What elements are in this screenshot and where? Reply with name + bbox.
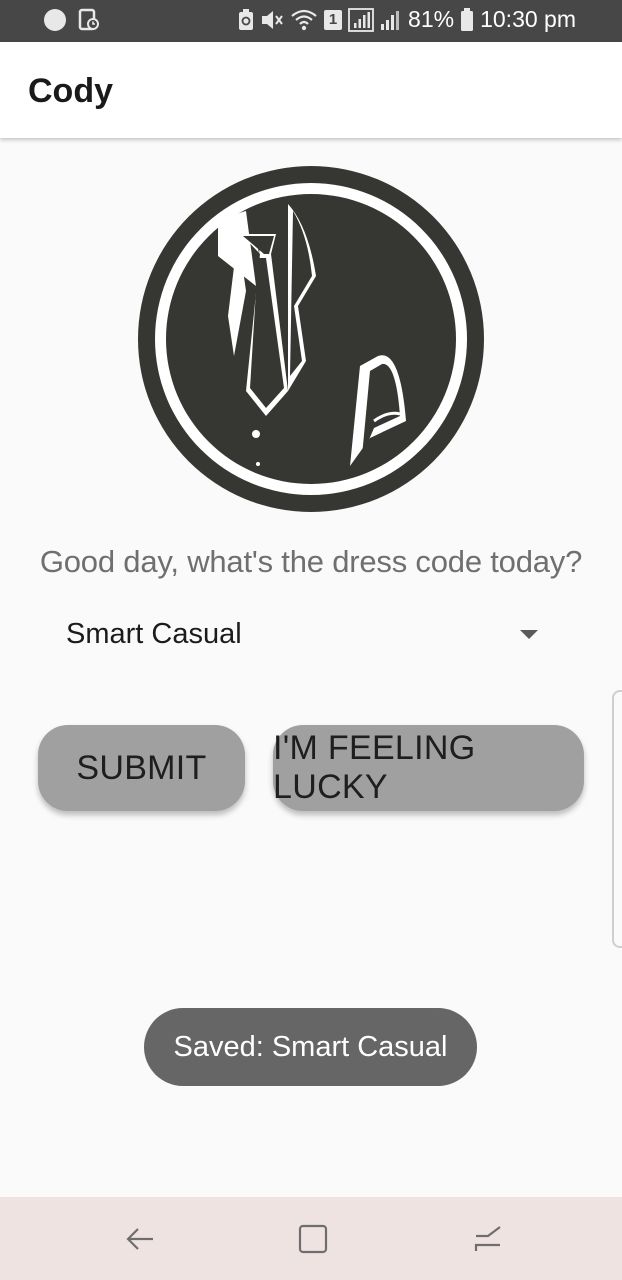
battery-percent: 81% <box>408 6 455 32</box>
battery-icon <box>461 7 474 31</box>
screenshot-icon <box>78 8 99 31</box>
back-icon[interactable] <box>120 1219 160 1259</box>
feeling-lucky-button-label: I'M FEELING LUCKY <box>273 729 476 806</box>
status-right: 1 81% 10:30 pm <box>238 6 576 33</box>
feeling-lucky-button[interactable]: I'M FEELING LUCKY <box>273 725 584 811</box>
battery-saver-icon <box>239 8 254 30</box>
dress-code-dropdown[interactable]: Smart Casual <box>48 606 558 666</box>
toast-text: Saved: Smart Casual <box>173 1030 448 1063</box>
screen: 1 81% 10:30 pm Cody Good day, what's the… <box>0 0 622 1280</box>
navigation-bar <box>0 1197 622 1280</box>
sim-icon: 1 <box>324 9 343 30</box>
home-icon[interactable] <box>294 1219 334 1259</box>
signal-icon <box>381 10 400 30</box>
sim-badge: 1 <box>328 11 338 28</box>
clock: 10:30 pm <box>480 6 576 32</box>
submit-button[interactable]: SUBMIT <box>38 725 245 811</box>
dropdown-arrow-icon <box>520 630 538 639</box>
signal-icon <box>348 7 374 32</box>
recents-icon[interactable] <box>468 1219 508 1259</box>
edge-panel-handle[interactable] <box>612 690 622 948</box>
suit-logo-icon <box>138 166 484 512</box>
dress-code-prompt: Good day, what's the dress code today? <box>39 544 583 579</box>
wifi-icon <box>291 9 317 30</box>
dropdown-selected-value: Smart Casual <box>66 618 242 650</box>
circle-icon <box>44 9 66 31</box>
toast-message: Saved: Smart Casual <box>144 1008 477 1086</box>
status-bar: 1 81% 10:30 pm <box>0 0 622 42</box>
app-title: Cody <box>28 72 113 110</box>
status-left <box>44 8 100 32</box>
app-bar: Cody <box>0 42 622 138</box>
submit-button-label: SUBMIT <box>76 748 207 787</box>
mute-icon <box>262 10 283 29</box>
